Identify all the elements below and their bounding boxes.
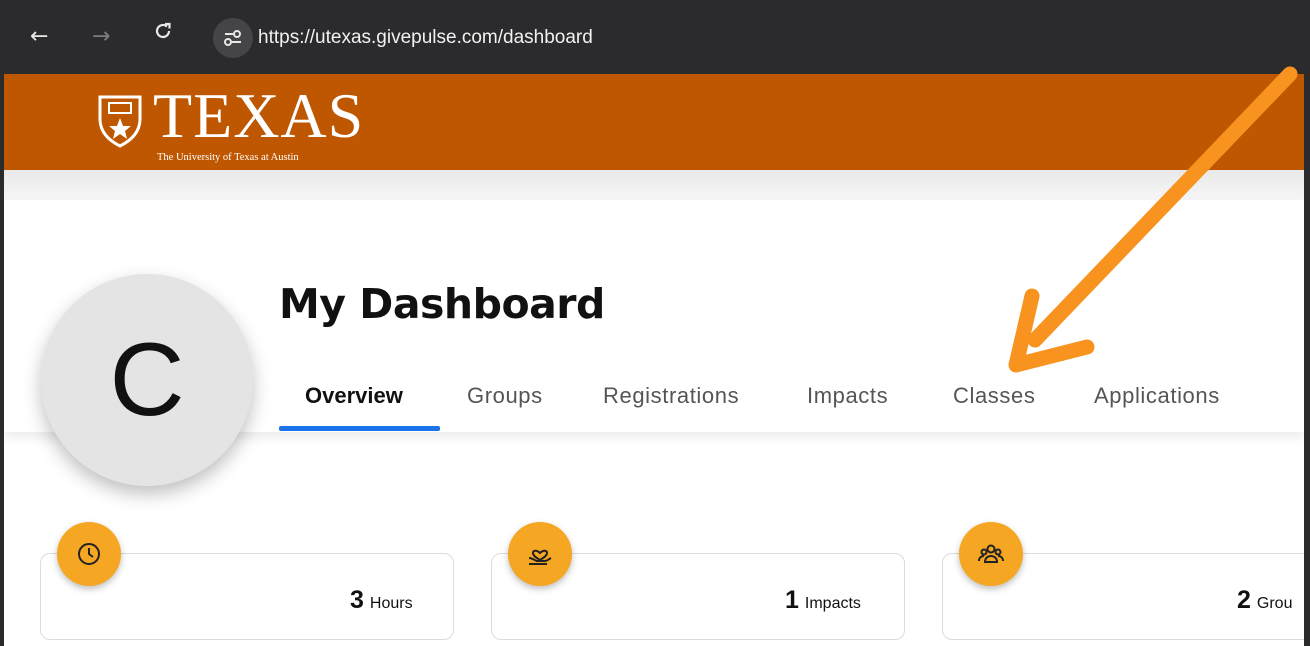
annotation-arrow-icon — [1008, 66, 1298, 373]
